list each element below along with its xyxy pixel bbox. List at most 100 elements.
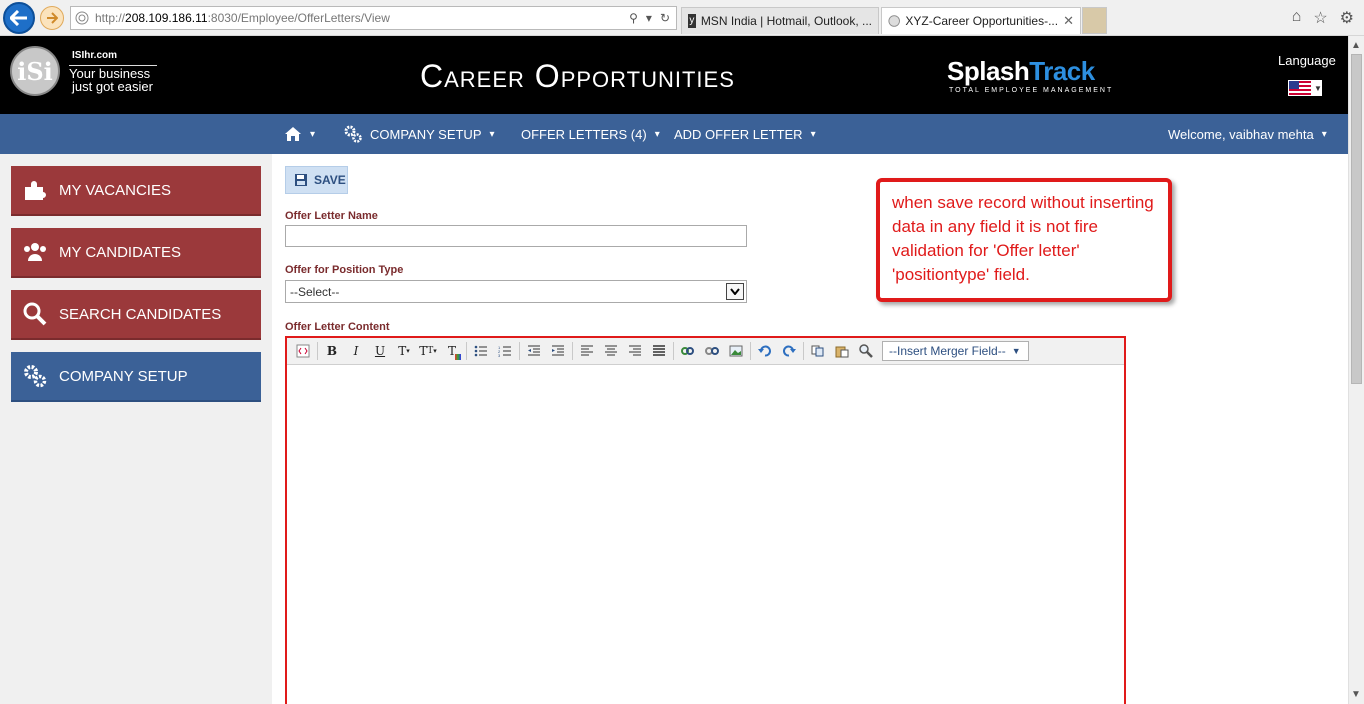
redo-icon[interactable] xyxy=(777,340,801,362)
insert-merger-field-select[interactable]: --Insert Merger Field-- ▼ xyxy=(882,341,1029,361)
sidebar-item-label: MY CANDIDATES xyxy=(59,243,181,261)
sidebar-item-company-setup[interactable]: COMPANY SETUP xyxy=(11,352,261,402)
nav-offer-letters[interactable]: OFFER LETTERS (4) ▾ xyxy=(521,114,660,154)
floppy-disk-icon xyxy=(295,174,307,186)
insert-link-icon[interactable] xyxy=(676,340,700,362)
align-center-icon[interactable] xyxy=(599,340,623,362)
star-icon[interactable]: ☆ xyxy=(1313,8,1327,28)
logo-domain: ISIhr.com xyxy=(72,50,118,61)
save-button[interactable]: SAVE xyxy=(285,166,348,194)
tab-label: XYZ-Career Opportunities-... xyxy=(905,14,1059,28)
chevron-down-icon: ▾ xyxy=(489,128,495,140)
annotation-callout: when save record without inserting data … xyxy=(876,178,1172,302)
url-host: 208.109.186.11 xyxy=(125,11,208,25)
numbered-list-icon[interactable]: 123 xyxy=(493,340,517,362)
scroll-up-icon[interactable]: ▲ xyxy=(1351,40,1361,51)
isi-logo[interactable]: iSi xyxy=(10,46,60,96)
nav-home[interactable]: ▾ xyxy=(284,114,315,154)
sidebar-item-search-candidates[interactable]: SEARCH CANDIDATES xyxy=(11,290,261,340)
divider xyxy=(466,342,467,360)
address-bar[interactable]: http://208.109.186.11:8030/Employee/Offe… xyxy=(70,6,677,30)
offer-letter-content-label: Offer Letter Content xyxy=(285,321,390,333)
remove-link-icon[interactable] xyxy=(700,340,724,362)
msn-icon: y xyxy=(688,14,696,28)
chevron-down-icon: ▾ xyxy=(1321,128,1327,140)
sidebar-item-my-vacancies[interactable]: MY VACANCIES xyxy=(11,166,261,216)
copy-icon[interactable] xyxy=(806,340,830,362)
merge-select-label: --Insert Merger Field-- xyxy=(889,344,1006,358)
splashtrack-logo: SplashTrack xyxy=(947,56,1095,87)
tab-label: MSN India | Hotmail, Outlook, ... xyxy=(700,14,872,28)
puzzle-icon xyxy=(23,178,47,202)
url-prefix: http:// xyxy=(95,11,126,25)
main-nav: ▾ COMPANY SETUP ▾ OFFER LETTERS (4) ▾ AD… xyxy=(0,114,1348,154)
page-icon xyxy=(75,11,89,25)
font-size-icon[interactable]: T T ▾ xyxy=(416,340,440,362)
find-icon[interactable] xyxy=(854,340,878,362)
page-scrollbar[interactable]: ▲ ▼ xyxy=(1348,36,1364,704)
font-name-icon[interactable]: T ▾ xyxy=(392,340,416,362)
chevron-down-icon[interactable] xyxy=(726,283,744,300)
forward-button[interactable] xyxy=(40,6,64,30)
sidebar-item-my-candidates[interactable]: MY CANDIDATES xyxy=(11,228,261,278)
gear-icon[interactable]: ⚙ xyxy=(1340,8,1354,28)
bold-icon[interactable]: B xyxy=(320,340,344,362)
language-select[interactable]: ▼ xyxy=(1288,80,1322,96)
forward-arrow-icon xyxy=(47,12,58,24)
tab-career[interactable]: XYZ-Career Opportunities-... ✕ xyxy=(881,7,1081,34)
chevron-down-icon: ▾ xyxy=(310,128,316,140)
nav-company-setup[interactable]: COMPANY SETUP ▾ xyxy=(344,114,495,154)
scroll-down-icon[interactable]: ▼ xyxy=(1351,689,1361,700)
close-icon[interactable]: ✕ xyxy=(1063,13,1074,29)
undo-icon[interactable] xyxy=(753,340,777,362)
indent-icon[interactable] xyxy=(546,340,570,362)
divider xyxy=(673,342,674,360)
paste-icon[interactable] xyxy=(830,340,854,362)
nav-add-offer-letter[interactable]: ADD OFFER LETTER ▾ xyxy=(674,114,816,154)
align-left-icon[interactable] xyxy=(575,340,599,362)
divider xyxy=(317,342,318,360)
svg-text:3: 3 xyxy=(498,353,501,357)
html-source-icon[interactable] xyxy=(291,340,315,362)
align-right-icon[interactable] xyxy=(623,340,647,362)
back-button[interactable] xyxy=(3,2,35,34)
user-menu[interactable]: Welcome, vaibhav mehta ▾ xyxy=(1168,114,1327,154)
insert-image-icon[interactable] xyxy=(724,340,748,362)
home-icon[interactable]: ⌂ xyxy=(1292,8,1302,28)
italic-icon[interactable]: I xyxy=(344,340,368,362)
users-icon xyxy=(23,240,47,264)
tab-msn[interactable]: y MSN India | Hotmail, Outlook, ... xyxy=(681,7,879,34)
sidebar-item-label: SEARCH CANDIDATES xyxy=(59,305,222,323)
gears-icon xyxy=(23,364,47,388)
rich-text-editor[interactable]: B I U T ▾ T T ▾ T 123 --Insert Merger Field… xyxy=(285,336,1126,704)
welcome-text: Welcome, vaibhav mehta xyxy=(1168,126,1314,142)
outdent-icon[interactable] xyxy=(522,340,546,362)
scrollbar-thumb[interactable] xyxy=(1351,54,1362,384)
editor-toolbar: B I U T ▾ T T ▾ T 123 --Insert Merger Field… xyxy=(287,338,1124,365)
save-label: SAVE xyxy=(314,173,346,187)
page-title: Career Opportunities xyxy=(420,58,735,94)
site-icon xyxy=(888,15,900,27)
position-type-select[interactable]: --Select-- xyxy=(285,280,747,303)
search-icon[interactable]: ⚲ xyxy=(629,11,638,25)
url-path: :8030/Employee/OfferLetters/View xyxy=(207,11,390,25)
align-justify-icon[interactable] xyxy=(647,340,671,362)
back-arrow-icon xyxy=(10,10,27,26)
tagline-line-2: just got easier xyxy=(72,79,153,94)
text-color-icon[interactable]: T xyxy=(440,340,464,362)
underline-icon[interactable]: U xyxy=(368,340,392,362)
divider xyxy=(572,342,573,360)
caret-down-icon: ▼ xyxy=(1314,83,1322,93)
brand-splash: Splash xyxy=(947,56,1030,86)
bullet-list-icon[interactable] xyxy=(469,340,493,362)
new-tab-button[interactable] xyxy=(1082,7,1107,34)
chevron-down-icon: ▾ xyxy=(810,128,816,140)
divider xyxy=(519,342,520,360)
dropdown-icon[interactable]: ▾ xyxy=(646,11,652,25)
logo-tagline: Your business just got easier xyxy=(69,66,161,93)
offer-letter-name-input[interactable] xyxy=(285,225,747,247)
refresh-icon[interactable]: ↻ xyxy=(660,11,670,25)
brand-subtitle: Total Employee Management xyxy=(949,87,1114,94)
select-value: --Select-- xyxy=(290,284,340,299)
editor-body[interactable] xyxy=(287,365,1124,704)
